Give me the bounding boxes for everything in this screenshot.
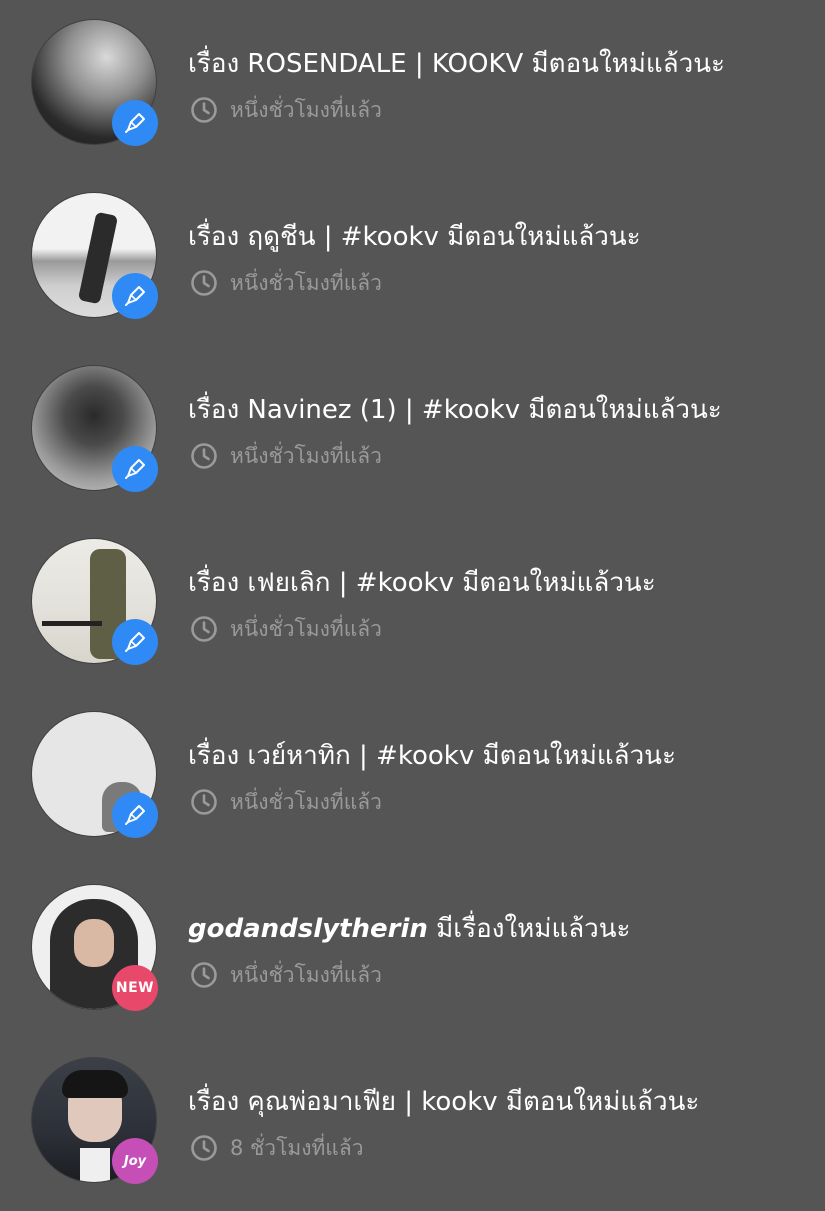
notification-title: เรื่อง เวย์หาทิก | #kookv มีตอนใหม่แล้วน… [188, 741, 676, 771]
clock-icon [191, 616, 217, 642]
pen-icon [125, 805, 145, 825]
notification-message: มีเรื่องใหม่แล้วนะ [427, 914, 631, 944]
time-label: 8 ชั่วโมงที่แล้ว [230, 1135, 364, 1160]
notification-item[interactable]: เรื่อง เวย์หาทิก | #kookv มีตอนใหม่แล้วน… [0, 692, 825, 865]
notification-item[interactable]: เรื่อง เฟยเลิก | #kookv มีตอนใหม่แล้วนะ … [0, 519, 825, 692]
notification-time: หนึ่งชั่วโมงที่แล้ว [190, 959, 382, 991]
notification-title: เรื่อง เฟยเลิก | #kookv มีตอนใหม่แล้วนะ [188, 568, 656, 598]
notification-title: godandslytherin มีเรื่องใหม่แล้วนะ [188, 909, 818, 949]
time-label: หนึ่งชั่วโมงที่แล้ว [230, 616, 382, 641]
notification-time: หนึ่งชั่วโมงที่แล้ว [190, 267, 382, 299]
notification-time: 8 ชั่วโมงที่แล้ว [190, 1132, 364, 1164]
notification-item[interactable]: เรื่อง Navinez (1) | #kookv มีตอนใหม่แล้… [0, 346, 825, 519]
clock-icon [191, 1135, 217, 1161]
notification-time: หนึ่งชั่วโมงที่แล้ว [190, 786, 382, 818]
clock-icon [191, 443, 217, 469]
pen-icon [125, 632, 145, 652]
clock-icon [191, 97, 217, 123]
username-link[interactable]: godandslytherin [188, 914, 428, 944]
notification-time: หนึ่งชั่วโมงที่แล้ว [190, 613, 382, 645]
time-label: หนึ่งชั่วโมงที่แล้ว [230, 443, 382, 468]
joy-badge-label: Joy [123, 1153, 147, 1169]
notification-title: เรื่อง ROSENDALE | KOOKV มีตอนใหม่แล้วนะ [188, 49, 725, 79]
pen-badge [112, 100, 158, 146]
notification-time: หนึ่งชั่วโมงที่แล้ว [190, 440, 382, 472]
pen-badge [112, 273, 158, 319]
notification-title: เรื่อง คุณพ่อมาเฟีย | kookv มีตอนใหม่แล้… [188, 1087, 700, 1117]
notification-item[interactable]: Joy เรื่อง คุณพ่อมาเฟีย | kookv มีตอนใหม… [0, 1038, 825, 1211]
notification-item[interactable]: เรื่อง ROSENDALE | KOOKV มีตอนใหม่แล้วนะ… [0, 0, 825, 173]
pen-icon [125, 459, 145, 479]
notification-time: หนึ่งชั่วโมงที่แล้ว [190, 94, 382, 126]
pen-icon [125, 286, 145, 306]
joy-badge: Joy [112, 1138, 158, 1184]
clock-icon [191, 270, 217, 296]
pen-badge [112, 792, 158, 838]
notification-list: เรื่อง ROSENDALE | KOOKV มีตอนใหม่แล้วนะ… [0, 0, 825, 1200]
pen-badge [112, 619, 158, 665]
time-label: หนึ่งชั่วโมงที่แล้ว [230, 962, 382, 987]
new-badge-label: NEW [115, 980, 155, 996]
notification-title: เรื่อง ฤดูชีน | #kookv มีตอนใหม่แล้วนะ [188, 222, 641, 252]
time-label: หนึ่งชั่วโมงที่แล้ว [230, 789, 382, 814]
clock-icon [191, 962, 217, 988]
pen-badge [112, 446, 158, 492]
clock-icon [191, 789, 217, 815]
notification-item[interactable]: เรื่อง ฤดูชีน | #kookv มีตอนใหม่แล้วนะ ห… [0, 173, 825, 346]
pen-icon [125, 113, 145, 133]
new-badge: NEW [112, 965, 158, 1011]
notification-item[interactable]: NEW godandslytherin มีเรื่องใหม่แล้วนะ ห… [0, 865, 825, 1038]
notification-title: เรื่อง Navinez (1) | #kookv มีตอนใหม่แล้… [188, 395, 722, 425]
time-label: หนึ่งชั่วโมงที่แล้ว [230, 97, 382, 122]
time-label: หนึ่งชั่วโมงที่แล้ว [230, 270, 382, 295]
